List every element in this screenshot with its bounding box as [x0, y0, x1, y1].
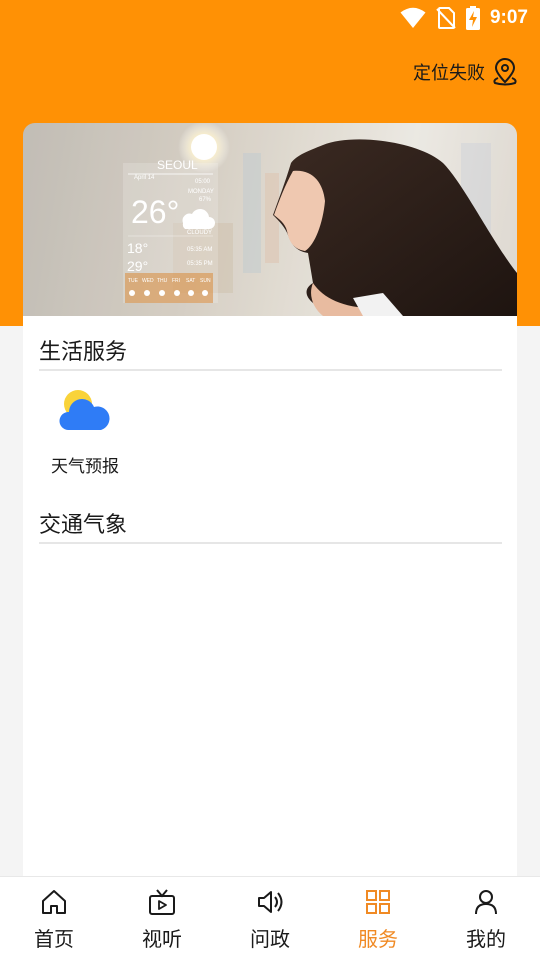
section-title-life-services: 生活服务	[39, 340, 128, 365]
service-label-weather: 天气预报	[51, 457, 119, 477]
forecast-day: FRI	[172, 278, 180, 284]
tab-profile[interactable]: 我的	[432, 877, 540, 960]
wifi-icon	[400, 7, 426, 28]
status-time: 9:07	[489, 7, 528, 28]
tab-services-label: 服务	[358, 927, 398, 951]
widget-day: MONDAY	[188, 189, 214, 195]
status-bar: 9:07	[0, 0, 540, 36]
widget-sunset: 05:35 PM	[187, 261, 213, 267]
tab-home-label: 首页	[34, 927, 74, 951]
tab-media[interactable]: 视听	[108, 877, 216, 960]
weather-partly-cloudy-icon	[59, 390, 110, 430]
forecast-day: WED	[142, 278, 154, 284]
tv-icon	[149, 889, 175, 915]
section-title-traffic-weather: 交通气象	[39, 513, 128, 538]
forecast-day: SUN	[200, 278, 211, 284]
widget-humidity: 67%	[199, 197, 212, 203]
forecast-day: THU	[157, 278, 168, 284]
speaker-icon	[258, 891, 283, 913]
bottom-tab-bar: 首页 视听 问政 服务 我的	[0, 876, 540, 960]
services-card: 生活服务 天气预报 交通气象	[23, 316, 517, 876]
widget-city: SEOUL	[157, 158, 198, 172]
tab-services[interactable]: 服务	[324, 877, 432, 960]
widget-date: April 14	[134, 175, 155, 181]
tab-profile-label: 我的	[466, 927, 506, 951]
battery-charging-icon	[465, 6, 480, 30]
widget-forecast-row: TUE WED THU FRI SAT SUN	[125, 273, 213, 303]
widget-condition: CLOUDY	[187, 230, 212, 236]
location-pin-icon	[493, 58, 517, 86]
banner-image[interactable]: SEOUL April 14 05:00 MONDAY 67% 26° CLOU…	[23, 123, 517, 316]
widget-high: 29°	[127, 258, 148, 274]
tab-politics[interactable]: 问政	[216, 877, 324, 960]
divider	[39, 542, 502, 544]
location-label: 定位失败	[413, 63, 485, 84]
widget-low: 18°	[127, 240, 148, 256]
widget-temperature: 26°	[131, 194, 179, 230]
widget-sunrise: 05:35 AM	[187, 247, 212, 253]
location-button[interactable]: 定位失败	[413, 56, 519, 88]
divider	[39, 369, 502, 371]
home-icon	[42, 890, 66, 914]
forecast-day: TUE	[128, 278, 139, 284]
tab-media-label: 视听	[142, 927, 182, 951]
tab-politics-label: 问政	[250, 927, 290, 951]
service-item-weather[interactable]: 天气预报	[45, 386, 125, 477]
tab-home[interactable]: 首页	[0, 877, 108, 960]
no-sim-icon	[436, 7, 456, 29]
forecast-day: SAT	[186, 278, 195, 284]
grid-icon	[366, 890, 390, 914]
widget-time: 05:00	[195, 179, 211, 185]
banner-illustration: SEOUL April 14 05:00 MONDAY 67% 26° CLOU…	[23, 123, 517, 316]
user-icon	[475, 890, 497, 915]
